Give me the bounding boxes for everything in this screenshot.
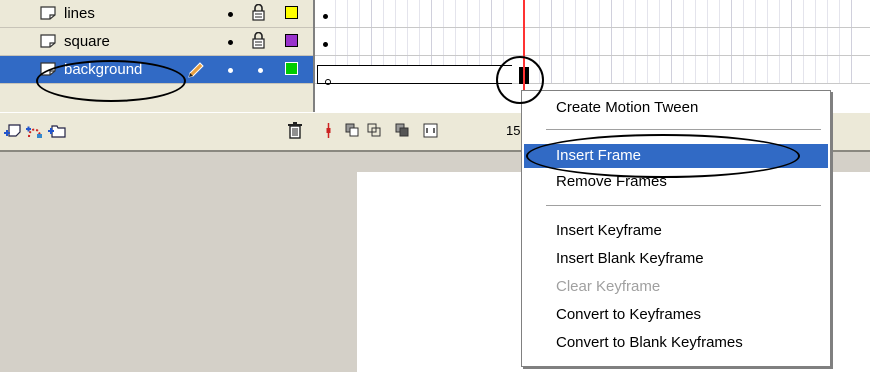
onion-skin-outlines-icon[interactable] xyxy=(367,123,382,138)
menu-item-create-motion-tween[interactable]: Create Motion Tween xyxy=(524,96,828,120)
layer-page-icon xyxy=(40,6,56,20)
menu-item-insert-blank-keyframe[interactable]: Insert Blank Keyframe xyxy=(524,247,828,271)
pencil-icon xyxy=(188,62,204,78)
lock-dot[interactable] xyxy=(258,68,263,73)
keyframe[interactable] xyxy=(323,14,328,19)
frame-span[interactable] xyxy=(317,65,512,85)
menu-item-insert-keyframe[interactable]: Insert Keyframe xyxy=(524,219,828,243)
menu-item-clear-keyframe: Clear Keyframe xyxy=(524,275,828,299)
layer-color-swatch[interactable] xyxy=(285,34,298,47)
trash-icon[interactable] xyxy=(286,121,304,139)
annotation-oval-background-layer xyxy=(36,60,186,102)
menu-item-label: Insert Blank Keyframe xyxy=(556,250,704,267)
context-menu: Create Motion Tween Insert Frame Remove … xyxy=(521,90,831,367)
menu-item-label: Convert to Keyframes xyxy=(556,306,702,323)
add-motion-guide-icon[interactable] xyxy=(26,121,44,139)
modify-onion-markers-icon[interactable] xyxy=(423,123,438,138)
empty-keyframe[interactable] xyxy=(325,79,331,85)
edit-multiple-frames-icon[interactable] xyxy=(395,123,410,138)
annotation-circle-frame xyxy=(496,56,544,104)
layer-color-swatch[interactable] xyxy=(285,6,298,19)
layer-row-lines[interactable]: lines xyxy=(0,0,313,28)
annotation-oval-insert-frame xyxy=(526,134,800,178)
layer-name: square xyxy=(64,33,110,50)
keyframe[interactable] xyxy=(323,42,328,47)
frame-row-lines[interactable] xyxy=(315,0,870,28)
lock-icon[interactable] xyxy=(252,4,265,21)
layer-toolbar xyxy=(0,112,313,151)
visibility-dot[interactable] xyxy=(228,40,233,45)
insert-folder-icon[interactable] xyxy=(48,121,66,139)
menu-separator xyxy=(546,205,821,207)
layer-color-swatch[interactable] xyxy=(285,62,298,75)
menu-item-convert-to-keyframes[interactable]: Convert to Keyframes xyxy=(524,303,828,327)
layer-name: lines xyxy=(64,5,95,22)
onion-skin-icon[interactable] xyxy=(345,123,360,138)
visibility-dot[interactable] xyxy=(228,68,233,73)
lock-icon[interactable] xyxy=(252,32,265,49)
layer-row-square[interactable]: square xyxy=(0,28,313,56)
menu-item-label: Insert Keyframe xyxy=(556,222,662,239)
layer-page-icon xyxy=(40,34,56,48)
visibility-dot[interactable] xyxy=(228,12,233,17)
menu-item-convert-to-blank-keyframes[interactable]: Convert to Blank Keyframes xyxy=(524,331,828,355)
insert-layer-icon[interactable] xyxy=(4,121,22,139)
current-frame-number: 15 xyxy=(506,123,521,138)
frame-row-square[interactable] xyxy=(315,28,870,56)
menu-item-label: Clear Keyframe xyxy=(556,278,661,295)
menu-item-label: Convert to Blank Keyframes xyxy=(556,334,743,351)
menu-separator xyxy=(546,129,821,131)
center-frame-icon[interactable] xyxy=(321,123,336,138)
menu-item-label: Create Motion Tween xyxy=(556,99,699,116)
